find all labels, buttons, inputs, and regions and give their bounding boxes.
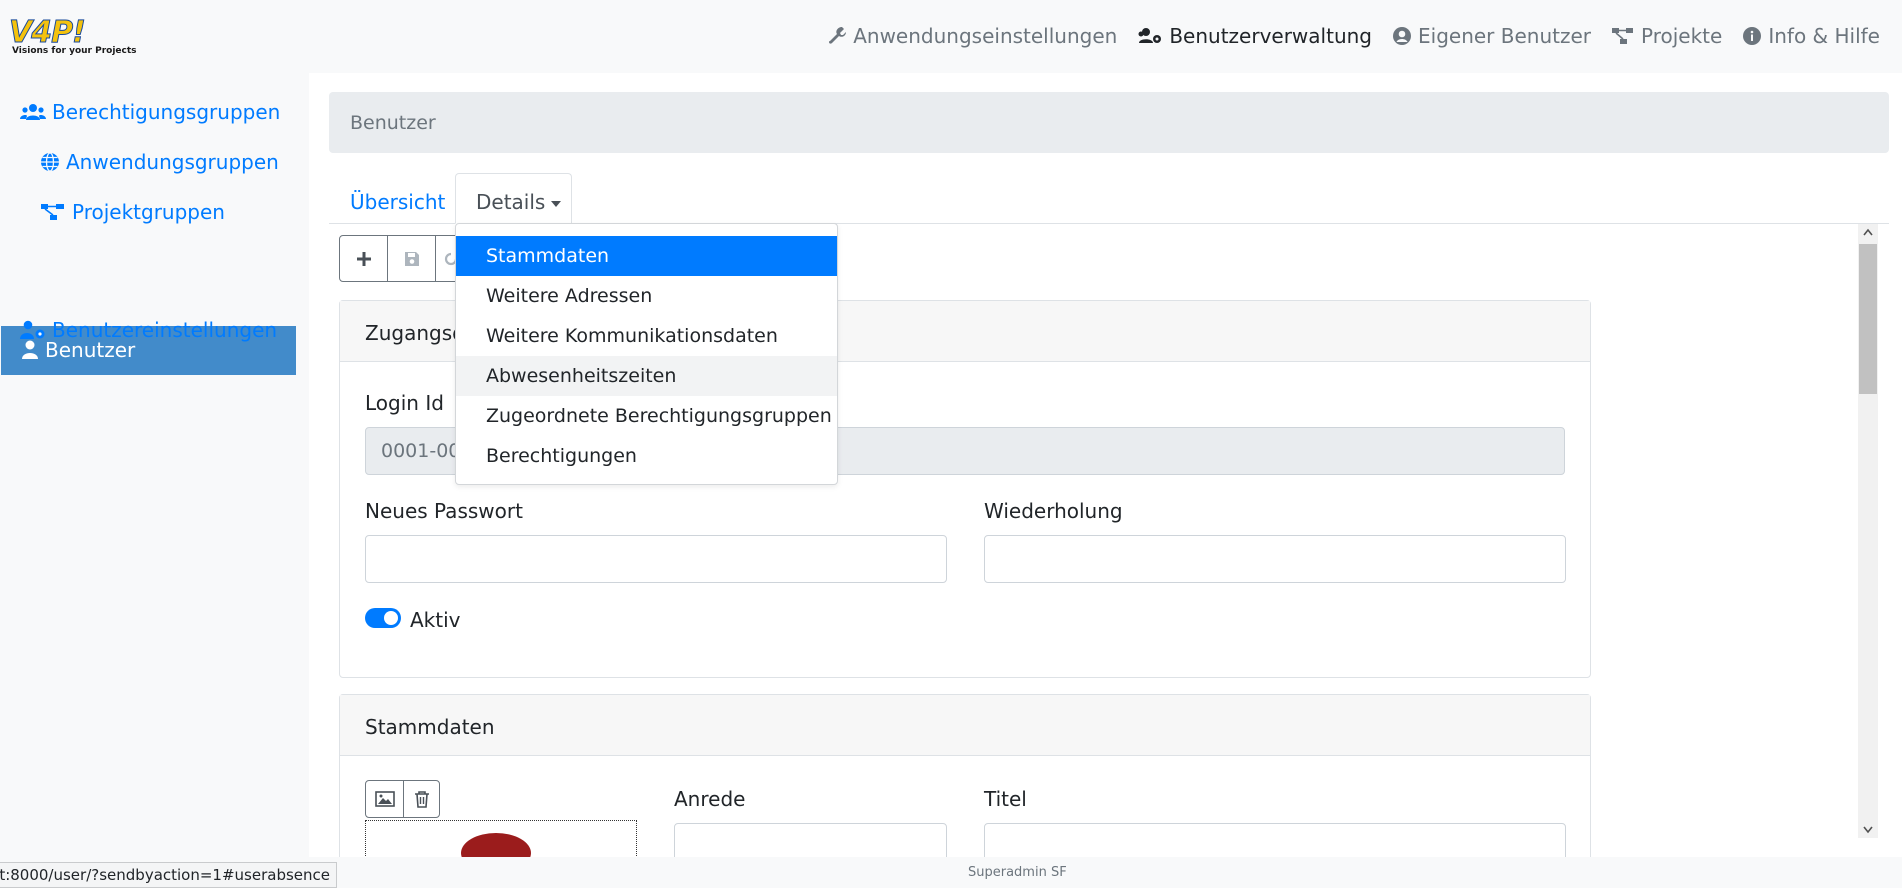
scroll-up-arrow-icon[interactable]: [1863, 228, 1873, 236]
user-icon: [22, 340, 38, 359]
project-diagram-icon: [1612, 28, 1633, 44]
sidebar-item-label: Berechtigungsgruppen: [52, 100, 281, 124]
dropdown-item-additional-addresses[interactable]: Weitere Adressen: [456, 276, 837, 316]
logo-tagline: Visions for your Projects: [12, 46, 137, 56]
sidebar-item-label: Benutzereinstellungen: [52, 318, 278, 342]
sidebar-item-label: Projektgruppen: [72, 200, 225, 224]
nav-label: Anwendungseinstellungen: [853, 24, 1118, 48]
top-nav: Anwendungseinstellungen Benutzerverwaltu…: [807, 24, 1880, 48]
upload-image-button[interactable]: [366, 781, 404, 817]
nav-projects[interactable]: Projekte: [1611, 24, 1722, 48]
image-icon: [374, 791, 395, 807]
nav-label: Benutzerverwaltung: [1169, 24, 1372, 48]
nav-own-user[interactable]: Eigener Benutzer: [1392, 24, 1591, 48]
browser-status-url: localhost:8000/user/?sendbyaction=1#user…: [0, 862, 337, 888]
scrollbar-thumb[interactable]: [1859, 244, 1877, 394]
nav-label: Info & Hilfe: [1768, 24, 1880, 48]
logo-text: V4P!: [9, 15, 87, 50]
sidebar-item-user-settings[interactable]: Benutzereinstellungen: [20, 318, 277, 342]
breadcrumb: Benutzer: [329, 92, 1889, 153]
save-icon: [404, 251, 419, 266]
record-toolbar: [339, 235, 467, 282]
trash-icon: [414, 791, 429, 808]
details-dropdown-menu: Stammdaten Weitere Adressen Weitere Komm…: [455, 223, 838, 485]
nav-user-management[interactable]: Benutzerverwaltung: [1137, 24, 1372, 48]
dropdown-item-absence-times[interactable]: Abwesenheitszeiten: [456, 356, 837, 396]
plus-icon: [356, 251, 371, 266]
users-cog-icon: [1138, 28, 1162, 43]
login-id-label: Login Id: [365, 391, 444, 415]
users-icon: [20, 104, 46, 120]
tab-details-label: Details: [476, 190, 546, 214]
caret-down-icon: [551, 200, 562, 207]
dropdown-item-permissions[interactable]: Berechtigungen: [456, 436, 837, 476]
salutation-label: Anrede: [674, 787, 746, 811]
nav-label: Projekte: [1641, 24, 1723, 48]
new-password-label: Neues Passwort: [365, 499, 523, 523]
project-diagram-icon: [41, 204, 64, 220]
sidebar-item-permission-groups[interactable]: Berechtigungsgruppen: [20, 100, 280, 124]
app-logo[interactable]: V4P! Visions for your Projects: [9, 15, 151, 60]
card-header: Stammdaten: [340, 695, 1590, 756]
page-title: Benutzer: [350, 112, 436, 134]
active-toggle[interactable]: [365, 608, 401, 628]
nav-application-settings[interactable]: Anwendungseinstellungen: [827, 24, 1117, 48]
active-label: Aktiv: [410, 608, 461, 632]
repeat-password-field[interactable]: [984, 535, 1566, 583]
user-circle-icon: [1393, 27, 1411, 45]
save-button[interactable]: [388, 236, 436, 281]
tab-overview[interactable]: Übersicht: [350, 190, 445, 214]
repeat-password-label: Wiederholung: [984, 499, 1123, 523]
wrench-icon: [829, 27, 847, 44]
add-button[interactable]: [340, 236, 388, 281]
globe-icon: [41, 152, 59, 172]
new-password-field[interactable]: [365, 535, 947, 583]
title-label: Titel: [984, 787, 1027, 811]
user-cog-icon: [20, 320, 45, 339]
image-toolbar: [365, 780, 440, 818]
dropdown-item-master-data[interactable]: Stammdaten: [456, 236, 837, 276]
sidebar-item-application-groups[interactable]: Anwendungsgruppen: [40, 150, 279, 174]
dropdown-item-assigned-permission-groups[interactable]: Zugeordnete Berechtigungsgruppen: [456, 396, 837, 436]
sidebar-item-project-groups[interactable]: Projektgruppen: [40, 200, 225, 224]
sidebar: Berechtigungsgruppen Anwendungsgruppen P…: [0, 73, 309, 857]
dropdown-item-additional-communication[interactable]: Weitere Kommunikationsdaten: [456, 316, 837, 356]
nav-info-help[interactable]: Info & Hilfe: [1742, 24, 1880, 48]
nav-label: Eigener Benutzer: [1418, 24, 1591, 48]
sidebar-item-label: Anwendungsgruppen: [66, 150, 279, 174]
top-navbar: V4P! Visions for your Projects Anwendung…: [0, 0, 1902, 73]
scroll-down-arrow-icon[interactable]: [1863, 826, 1873, 834]
content-scrollbar[interactable]: [1858, 224, 1878, 838]
tab-details[interactable]: Details: [455, 173, 572, 224]
info-circle-icon: [1743, 27, 1762, 45]
delete-image-button[interactable]: [404, 781, 439, 817]
footer-user: Superadmin SF: [968, 865, 1067, 880]
